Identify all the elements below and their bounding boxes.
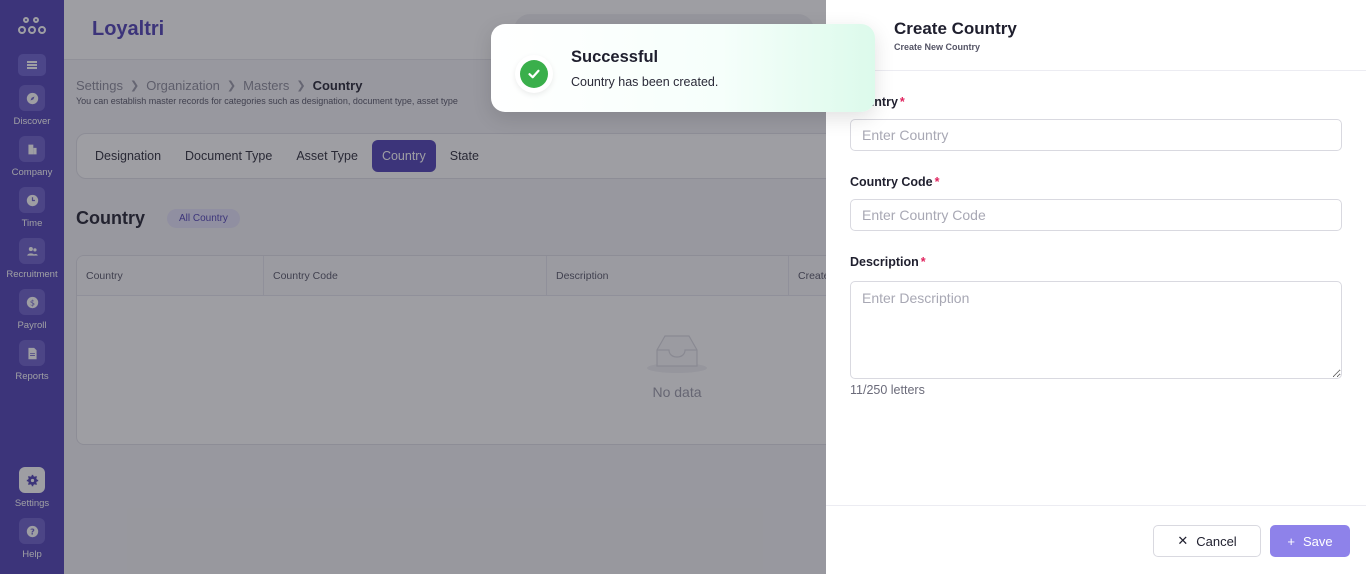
plus-icon: + <box>1287 533 1295 549</box>
toast-title: Successful <box>571 48 659 66</box>
save-button[interactable]: + Save <box>1270 525 1350 557</box>
save-button-label: Save <box>1302 533 1333 549</box>
cancel-button[interactable]: ✕ Cancel <box>1153 525 1261 557</box>
drawer-footer: ✕ Cancel + Save <box>826 505 1366 574</box>
success-icon-wrapper <box>515 55 553 93</box>
required-asterisk: * <box>934 175 940 189</box>
toast-message: Country has been created. <box>571 75 719 89</box>
required-asterisk: * <box>899 95 905 109</box>
country-code-field-label: Country Code * <box>850 175 940 189</box>
description-field-label: Description * <box>850 255 926 269</box>
country-input[interactable] <box>850 119 1342 151</box>
field-label-text: Description <box>850 255 919 269</box>
create-country-drawer: Create Country Create New Country Countr… <box>826 0 1366 574</box>
character-counter: 11/250 letters <box>850 383 925 397</box>
drawer-title: Create Country <box>894 19 1017 38</box>
description-textarea[interactable] <box>850 281 1342 379</box>
check-icon <box>520 60 548 88</box>
field-label-text: Country Code <box>850 175 933 189</box>
drawer-header: Create Country Create New Country <box>826 0 1366 71</box>
close-icon: ✕ <box>1177 533 1189 548</box>
cancel-button-label: Cancel <box>1196 533 1237 549</box>
country-code-input[interactable] <box>850 199 1342 231</box>
required-asterisk: * <box>920 255 926 269</box>
drawer-subtitle: Create New Country <box>894 42 981 52</box>
success-toast[interactable]: Successful Country has been created. <box>491 24 875 112</box>
